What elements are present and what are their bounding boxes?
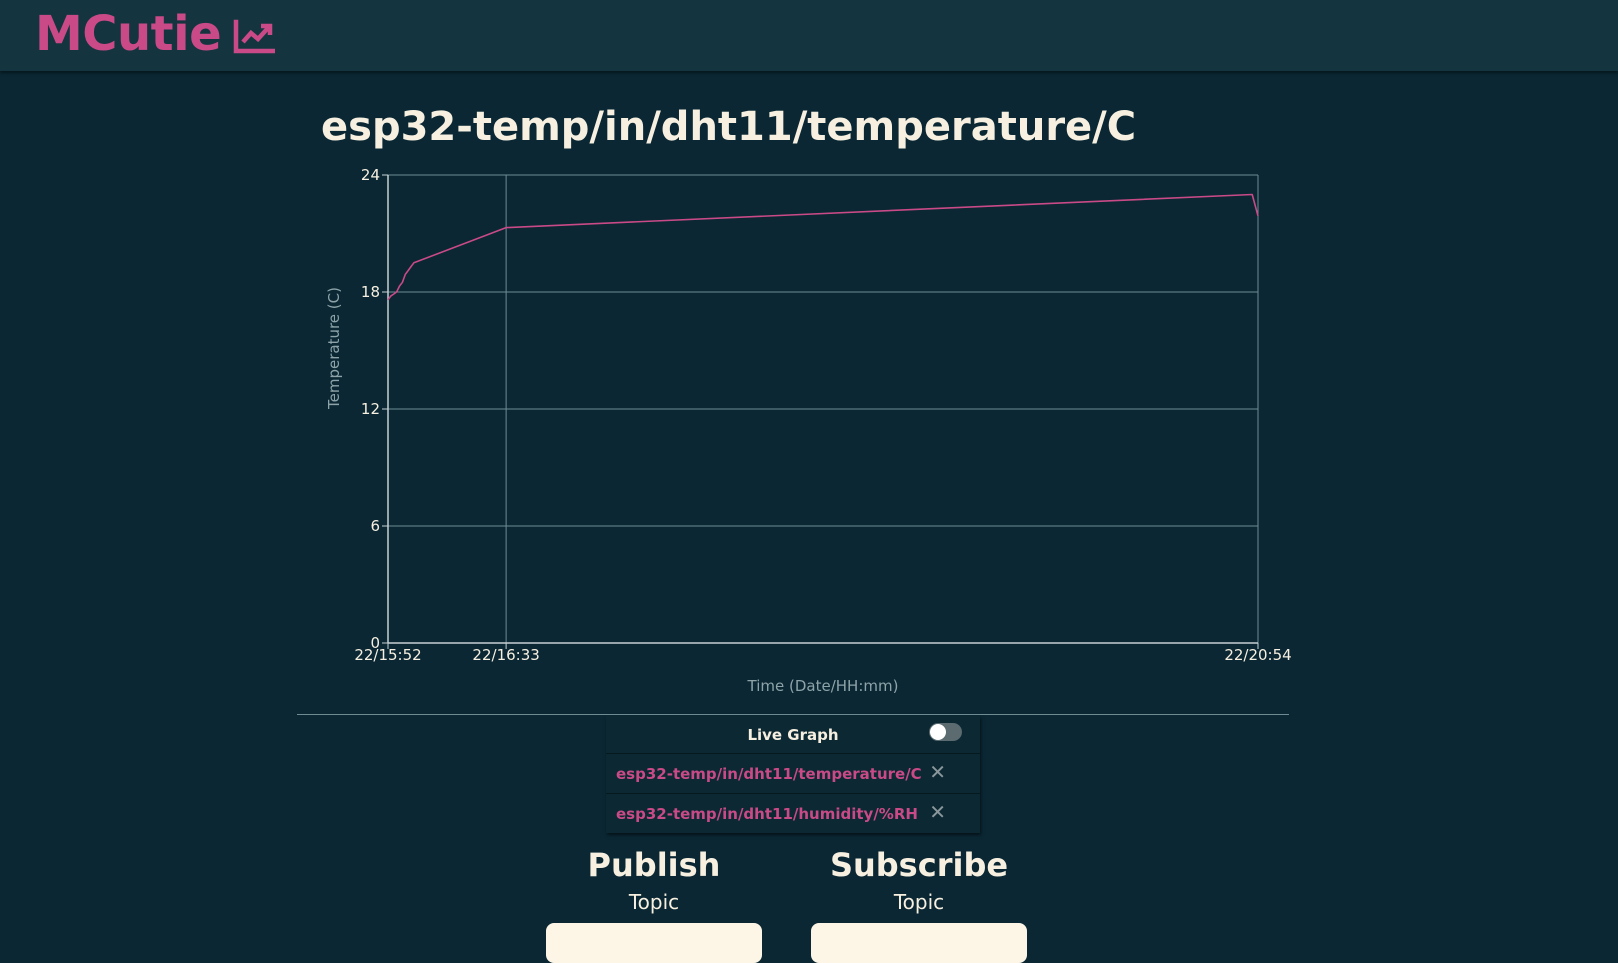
- topic-name[interactable]: esp32-temp/in/dht11/humidity/%RH: [616, 805, 918, 823]
- x-tick-label: 22/15:52: [354, 646, 421, 664]
- divider: [297, 714, 1289, 715]
- y-axis-label: Temperature (C): [325, 287, 343, 410]
- publish-title: Publish: [587, 846, 721, 884]
- live-graph-toggle[interactable]: [929, 723, 962, 741]
- publish-topic-label: Topic: [628, 890, 680, 914]
- chart-series: [387, 193, 1259, 301]
- subscribe-topic-label: Topic: [893, 890, 945, 914]
- y-tick-label: 12: [361, 400, 380, 418]
- x-tick-label: 22/20:54: [1224, 646, 1291, 664]
- topic-row[interactable]: esp32-temp/in/dht11/temperature/C ✕: [606, 754, 980, 794]
- x-axis-label: Time (Date/HH:mm): [747, 677, 899, 695]
- close-icon[interactable]: ✕: [929, 762, 946, 782]
- subscribe-title: Subscribe: [829, 846, 1009, 884]
- publish-section: Publish Topic: [546, 845, 762, 963]
- y-tick-label: 24: [361, 166, 380, 184]
- chart-grid: [387, 174, 1259, 643]
- close-icon[interactable]: ✕: [929, 802, 946, 822]
- x-tick-label: 22/16:33: [472, 646, 539, 664]
- topic-row[interactable]: esp32-temp/in/dht11/humidity/%RH ✕: [606, 794, 980, 833]
- subscribe-section: Subscribe Topic: [811, 845, 1027, 963]
- toggle-knob: [930, 724, 946, 740]
- y-tick-label: 6: [370, 517, 380, 535]
- temperature-series-line: [387, 193, 1259, 301]
- live-graph-row: Live Graph: [606, 716, 980, 754]
- subscribe-topic-input[interactable]: [811, 923, 1027, 963]
- publish-topic-input[interactable]: [546, 923, 762, 963]
- topic-name[interactable]: esp32-temp/in/dht11/temperature/C: [616, 765, 922, 783]
- chart-ticks: 0612182422/15:52 22/16:33 22/20:54: [354, 166, 1291, 664]
- temperature-chart: 0612182422/15:52 22/16:33 22/20:54 Time (D…: [325, 166, 1292, 695]
- y-tick-label: 18: [361, 283, 380, 301]
- live-graph-label: Live Graph: [747, 725, 839, 744]
- topics-panel: Live Graph esp32-temp/in/dht11/temperatu…: [606, 716, 980, 833]
